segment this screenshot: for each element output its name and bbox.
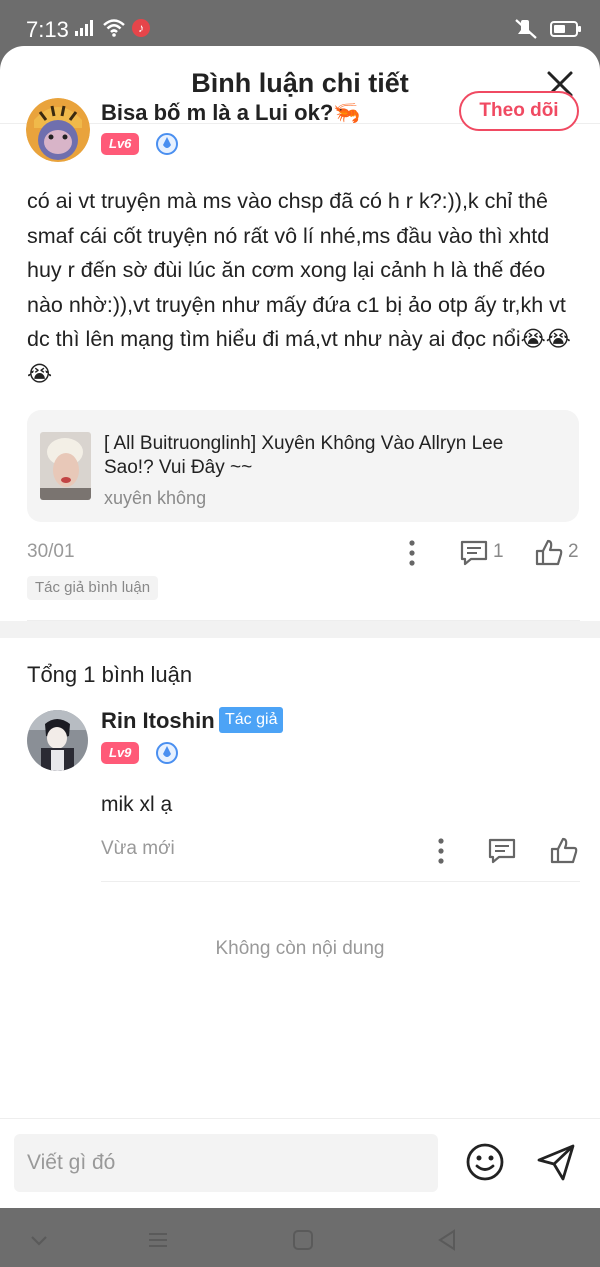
system-nav-bar <box>0 1208 600 1267</box>
emoji-icon[interactable] <box>465 1142 505 1182</box>
reply-avatar[interactable] <box>27 710 88 771</box>
total-comments-label: Tổng 1 bình luận <box>27 662 193 687</box>
status-right-icons <box>514 18 582 40</box>
more-options-icon[interactable] <box>400 538 424 568</box>
status-time: 7:13 <box>26 17 69 42</box>
nav-menu-icon[interactable] <box>146 1228 170 1252</box>
reply-username[interactable]: Rin Itoshin <box>101 708 215 734</box>
send-icon[interactable] <box>535 1141 577 1183</box>
story-cover-image <box>40 432 91 500</box>
comment-count: 1 <box>493 541 504 562</box>
like-icon[interactable] <box>534 538 564 568</box>
end-of-content-label: Không còn nội dung <box>215 938 385 959</box>
divider <box>101 881 580 882</box>
reply-time: Vừa mới <box>101 838 175 859</box>
avatar[interactable] <box>26 98 90 162</box>
main-comment: Bisa bố m là a Lui ok?🦐 Lv6 Theo dõi có … <box>0 46 600 959</box>
follow-button[interactable]: Theo dõi <box>459 91 579 131</box>
story-card[interactable]: [ All Buitruonglinh] Xuyên Không Vào All… <box>27 410 579 522</box>
post-text: có ai vt truyện mà ms vào chsp đã có h r… <box>27 189 571 386</box>
reply-like-icon[interactable] <box>549 836 579 866</box>
comment-input-bar <box>0 1118 600 1208</box>
comment-detail-sheet: Bình luận chi tiết Bisa bố m là a Lui ok… <box>0 46 600 1208</box>
nav-back-icon[interactable] <box>435 1228 459 1252</box>
nav-home-icon[interactable] <box>291 1228 315 1252</box>
music-app-icon: ♪ <box>132 19 150 37</box>
section-separator <box>0 621 600 638</box>
reply-text: mik xl ạ <box>101 793 173 816</box>
verified-icon <box>156 742 178 764</box>
level-badge: Lv6 <box>101 133 140 155</box>
story-genre: xuyên không <box>104 488 207 508</box>
reply-comment-icon[interactable] <box>487 836 517 866</box>
nav-chevron-down-icon[interactable] <box>27 1228 51 1252</box>
battery-icon <box>550 21 581 37</box>
post-username[interactable]: Bisa bố m là a Lui ok?🦐 <box>101 100 361 126</box>
more-options-icon[interactable] <box>429 836 453 866</box>
author-comment-tag: Tác giả bình luận <box>27 576 159 600</box>
author-badge: Tác giả <box>219 707 284 733</box>
comment-input[interactable] <box>14 1134 438 1192</box>
status-left-icons: ♪ <box>74 18 150 38</box>
wifi-icon <box>103 19 125 37</box>
level-badge: Lv9 <box>101 742 140 764</box>
like-count: 2 <box>568 541 579 562</box>
mute-icon <box>515 19 537 39</box>
comment-icon[interactable] <box>459 538 489 568</box>
post-date: 30/01 <box>27 541 75 562</box>
verified-icon <box>156 133 178 155</box>
story-title: [ All Buitruonglinh] Xuyên Không Vào All… <box>104 433 504 478</box>
signal-icon <box>75 20 93 36</box>
